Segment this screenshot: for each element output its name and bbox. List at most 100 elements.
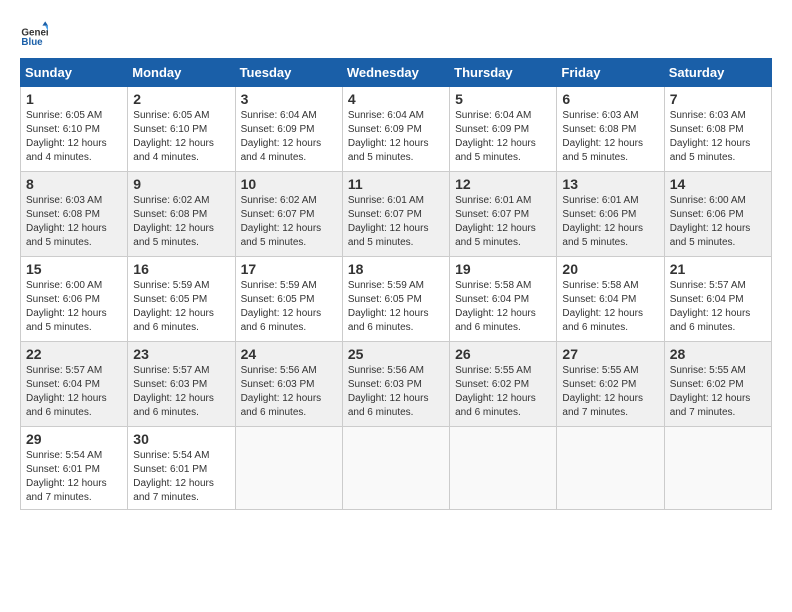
logo-icon: General Blue: [20, 20, 48, 48]
day-info: Sunrise: 6:01 AM Sunset: 6:07 PM Dayligh…: [348, 194, 444, 250]
day-number: 27: [562, 346, 658, 362]
calendar-cell: [235, 427, 342, 510]
logo: General Blue: [20, 20, 52, 48]
day-number: 8: [26, 176, 122, 192]
calendar-cell: 25 Sunrise: 5:56 AM Sunset: 6:03 PM Dayl…: [342, 342, 449, 427]
day-number: 20: [562, 261, 658, 277]
day-number: 2: [133, 91, 229, 107]
day-number: 19: [455, 261, 551, 277]
day-info: Sunrise: 6:00 AM Sunset: 6:06 PM Dayligh…: [26, 279, 122, 335]
day-number: 11: [348, 176, 444, 192]
calendar-cell: 26 Sunrise: 5:55 AM Sunset: 6:02 PM Dayl…: [450, 342, 557, 427]
calendar-cell: 3 Sunrise: 6:04 AM Sunset: 6:09 PM Dayli…: [235, 87, 342, 172]
day-info: Sunrise: 5:57 AM Sunset: 6:04 PM Dayligh…: [670, 279, 766, 335]
page-header: General Blue: [20, 20, 772, 48]
calendar-cell: 6 Sunrise: 6:03 AM Sunset: 6:08 PM Dayli…: [557, 87, 664, 172]
header-row: SundayMondayTuesdayWednesdayThursdayFrid…: [21, 59, 772, 87]
header-monday: Monday: [128, 59, 235, 87]
day-number: 1: [26, 91, 122, 107]
header-saturday: Saturday: [664, 59, 771, 87]
calendar-cell: 4 Sunrise: 6:04 AM Sunset: 6:09 PM Dayli…: [342, 87, 449, 172]
calendar-cell: 19 Sunrise: 5:58 AM Sunset: 6:04 PM Dayl…: [450, 257, 557, 342]
calendar-cell: 17 Sunrise: 5:59 AM Sunset: 6:05 PM Dayl…: [235, 257, 342, 342]
calendar-cell: 15 Sunrise: 6:00 AM Sunset: 6:06 PM Dayl…: [21, 257, 128, 342]
day-info: Sunrise: 5:57 AM Sunset: 6:03 PM Dayligh…: [133, 364, 229, 420]
day-info: Sunrise: 5:56 AM Sunset: 6:03 PM Dayligh…: [241, 364, 337, 420]
calendar-cell: 18 Sunrise: 5:59 AM Sunset: 6:05 PM Dayl…: [342, 257, 449, 342]
calendar-cell: 16 Sunrise: 5:59 AM Sunset: 6:05 PM Dayl…: [128, 257, 235, 342]
day-number: 6: [562, 91, 658, 107]
day-number: 21: [670, 261, 766, 277]
header-tuesday: Tuesday: [235, 59, 342, 87]
calendar-cell: 11 Sunrise: 6:01 AM Sunset: 6:07 PM Dayl…: [342, 172, 449, 257]
day-number: 5: [455, 91, 551, 107]
calendar-cell: 1 Sunrise: 6:05 AM Sunset: 6:10 PM Dayli…: [21, 87, 128, 172]
day-info: Sunrise: 6:04 AM Sunset: 6:09 PM Dayligh…: [241, 109, 337, 165]
day-number: 18: [348, 261, 444, 277]
calendar-cell: 7 Sunrise: 6:03 AM Sunset: 6:08 PM Dayli…: [664, 87, 771, 172]
calendar-table: SundayMondayTuesdayWednesdayThursdayFrid…: [20, 58, 772, 510]
calendar-cell: 21 Sunrise: 5:57 AM Sunset: 6:04 PM Dayl…: [664, 257, 771, 342]
day-number: 26: [455, 346, 551, 362]
day-number: 30: [133, 431, 229, 447]
day-info: Sunrise: 5:55 AM Sunset: 6:02 PM Dayligh…: [562, 364, 658, 420]
week-row-4: 22 Sunrise: 5:57 AM Sunset: 6:04 PM Dayl…: [21, 342, 772, 427]
day-number: 24: [241, 346, 337, 362]
calendar-cell: [557, 427, 664, 510]
day-number: 28: [670, 346, 766, 362]
calendar-cell: 10 Sunrise: 6:02 AM Sunset: 6:07 PM Dayl…: [235, 172, 342, 257]
day-number: 10: [241, 176, 337, 192]
day-info: Sunrise: 6:00 AM Sunset: 6:06 PM Dayligh…: [670, 194, 766, 250]
day-info: Sunrise: 5:58 AM Sunset: 6:04 PM Dayligh…: [562, 279, 658, 335]
day-info: Sunrise: 6:03 AM Sunset: 6:08 PM Dayligh…: [562, 109, 658, 165]
day-info: Sunrise: 5:55 AM Sunset: 6:02 PM Dayligh…: [455, 364, 551, 420]
day-number: 25: [348, 346, 444, 362]
day-number: 3: [241, 91, 337, 107]
calendar-cell: [342, 427, 449, 510]
calendar-cell: 9 Sunrise: 6:02 AM Sunset: 6:08 PM Dayli…: [128, 172, 235, 257]
day-info: Sunrise: 6:02 AM Sunset: 6:07 PM Dayligh…: [241, 194, 337, 250]
calendar-cell: 23 Sunrise: 5:57 AM Sunset: 6:03 PM Dayl…: [128, 342, 235, 427]
day-info: Sunrise: 6:05 AM Sunset: 6:10 PM Dayligh…: [26, 109, 122, 165]
day-number: 17: [241, 261, 337, 277]
header-thursday: Thursday: [450, 59, 557, 87]
calendar-cell: 2 Sunrise: 6:05 AM Sunset: 6:10 PM Dayli…: [128, 87, 235, 172]
calendar-cell: 27 Sunrise: 5:55 AM Sunset: 6:02 PM Dayl…: [557, 342, 664, 427]
calendar-cell: 13 Sunrise: 6:01 AM Sunset: 6:06 PM Dayl…: [557, 172, 664, 257]
header-sunday: Sunday: [21, 59, 128, 87]
day-number: 4: [348, 91, 444, 107]
header-wednesday: Wednesday: [342, 59, 449, 87]
day-number: 14: [670, 176, 766, 192]
week-row-3: 15 Sunrise: 6:00 AM Sunset: 6:06 PM Dayl…: [21, 257, 772, 342]
day-number: 9: [133, 176, 229, 192]
calendar-cell: 28 Sunrise: 5:55 AM Sunset: 6:02 PM Dayl…: [664, 342, 771, 427]
day-info: Sunrise: 5:59 AM Sunset: 6:05 PM Dayligh…: [241, 279, 337, 335]
calendar-cell: 20 Sunrise: 5:58 AM Sunset: 6:04 PM Dayl…: [557, 257, 664, 342]
day-number: 16: [133, 261, 229, 277]
header-friday: Friday: [557, 59, 664, 87]
day-number: 7: [670, 91, 766, 107]
calendar-cell: 12 Sunrise: 6:01 AM Sunset: 6:07 PM Dayl…: [450, 172, 557, 257]
day-info: Sunrise: 6:04 AM Sunset: 6:09 PM Dayligh…: [455, 109, 551, 165]
day-info: Sunrise: 6:02 AM Sunset: 6:08 PM Dayligh…: [133, 194, 229, 250]
day-number: 23: [133, 346, 229, 362]
calendar-cell: 29 Sunrise: 5:54 AM Sunset: 6:01 PM Dayl…: [21, 427, 128, 510]
week-row-5: 29 Sunrise: 5:54 AM Sunset: 6:01 PM Dayl…: [21, 427, 772, 510]
day-info: Sunrise: 5:59 AM Sunset: 6:05 PM Dayligh…: [348, 279, 444, 335]
calendar-cell: 8 Sunrise: 6:03 AM Sunset: 6:08 PM Dayli…: [21, 172, 128, 257]
day-info: Sunrise: 6:04 AM Sunset: 6:09 PM Dayligh…: [348, 109, 444, 165]
svg-text:Blue: Blue: [21, 37, 43, 48]
day-info: Sunrise: 5:56 AM Sunset: 6:03 PM Dayligh…: [348, 364, 444, 420]
week-row-2: 8 Sunrise: 6:03 AM Sunset: 6:08 PM Dayli…: [21, 172, 772, 257]
calendar-cell: [450, 427, 557, 510]
day-number: 29: [26, 431, 122, 447]
calendar-cell: 24 Sunrise: 5:56 AM Sunset: 6:03 PM Dayl…: [235, 342, 342, 427]
day-info: Sunrise: 5:54 AM Sunset: 6:01 PM Dayligh…: [26, 449, 122, 505]
day-number: 15: [26, 261, 122, 277]
calendar-cell: [664, 427, 771, 510]
calendar-cell: 5 Sunrise: 6:04 AM Sunset: 6:09 PM Dayli…: [450, 87, 557, 172]
day-info: Sunrise: 5:57 AM Sunset: 6:04 PM Dayligh…: [26, 364, 122, 420]
calendar-cell: 14 Sunrise: 6:00 AM Sunset: 6:06 PM Dayl…: [664, 172, 771, 257]
day-info: Sunrise: 5:55 AM Sunset: 6:02 PM Dayligh…: [670, 364, 766, 420]
calendar-cell: 30 Sunrise: 5:54 AM Sunset: 6:01 PM Dayl…: [128, 427, 235, 510]
